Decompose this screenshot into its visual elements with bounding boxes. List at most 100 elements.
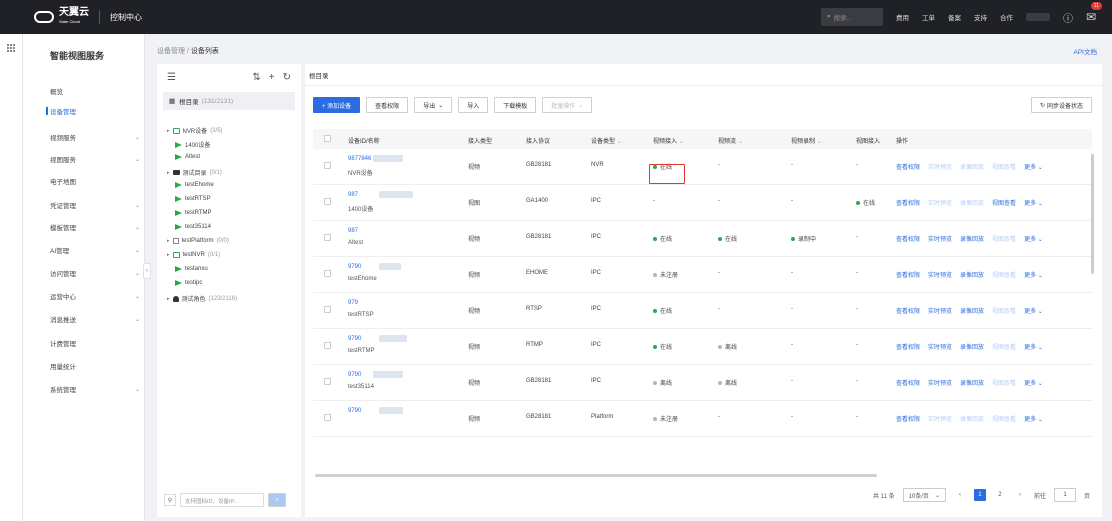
sidebar-item[interactable]: 消息推送 ⌄ <box>50 312 140 326</box>
table-row[interactable]: 9790 test35114 视频 GB28181 IPC 离线 离线 - - 查看权限 实时预览录… <box>313 365 1092 401</box>
device-id-link[interactable]: 9790 <box>348 372 361 378</box>
sidebar-item[interactable]: 模板管理 ⌄ <box>50 220 140 234</box>
action-more[interactable]: 更多 ⌄ <box>1024 162 1043 171</box>
action-view-perm[interactable]: 查看权限 <box>896 342 920 351</box>
table-row[interactable]: 9790 testEhome 视频 EHOME IPC 未注册 - - - 查看权限 实时预览 录像回… <box>313 257 1092 293</box>
global-search-input[interactable]: ⌕ 搜索... <box>820 8 883 26</box>
device-id-link[interactable]: 987 <box>348 192 358 198</box>
action-view-perm[interactable]: 查看权限 <box>896 234 920 243</box>
tree-node[interactable]: 1400设备 <box>175 140 210 149</box>
action-image[interactable]: 视图查看 <box>992 270 1016 279</box>
device-id-link[interactable]: 9790 <box>348 408 361 414</box>
sidebar-item[interactable]: 电子地图 <box>50 174 140 188</box>
expand-arrow-icon[interactable]: ▸ <box>167 128 170 134</box>
next-page-button[interactable]: › <box>1014 489 1026 501</box>
action-live[interactable]: 实时预览 <box>928 234 952 243</box>
row-checkbox[interactable] <box>324 342 331 349</box>
api-doc-link[interactable]: API文档 <box>1074 46 1097 56</box>
action-image[interactable]: 视图查看 <box>992 234 1016 243</box>
action-live[interactable]: 实时预览 <box>928 306 952 315</box>
row-checkbox[interactable] <box>324 414 331 421</box>
action-more[interactable]: 更多 ⌄ <box>1024 234 1043 243</box>
tree-node[interactable]: ▸ testPlatform (0/0) <box>167 238 229 244</box>
col-video-access[interactable]: 视频接入 ⌄ <box>653 136 684 145</box>
action-image[interactable]: 视图查看 <box>992 414 1016 423</box>
col-video-record[interactable]: 视频录制 ⌄ <box>791 136 822 145</box>
action-view-perm[interactable]: 查看权限 <box>896 198 920 207</box>
page-1[interactable]: 1 <box>973 489 986 501</box>
top-link-fees[interactable]: 费用 <box>896 12 909 22</box>
goto-page-input[interactable]: 1 <box>1053 488 1076 502</box>
tree-root-node[interactable]: ▦ 根目录 (131/2131) <box>163 92 295 110</box>
sidebar-item[interactable]: 用量统计 <box>50 359 140 373</box>
action-image[interactable]: 视图查看 <box>992 306 1016 315</box>
action-view-perm[interactable]: 查看权限 <box>896 270 920 279</box>
table-row[interactable]: 987 Altest 视频 GB28181 IPC 在线 在线 录制中 - 查看权限 实时预览 录像回… <box>313 221 1092 257</box>
device-id-link[interactable]: 987 <box>348 228 358 234</box>
action-image[interactable]: 视图查看 <box>992 342 1016 351</box>
action-playback[interactable]: 录像回放 <box>960 414 984 423</box>
collapse-sidebar-button[interactable]: ‹ <box>143 263 151 279</box>
expand-arrow-icon[interactable]: ▸ <box>167 252 170 258</box>
action-playback[interactable]: 录像回放 <box>960 270 984 279</box>
action-live[interactable]: 实时预览 <box>928 378 952 387</box>
breadcrumb-parent[interactable]: 设备管理 <box>157 48 185 55</box>
action-live[interactable]: 实时预览 <box>928 162 952 171</box>
notification-icon[interactable]: ✉ 11 <box>1086 2 1102 24</box>
action-view-perm[interactable]: 查看权限 <box>896 378 920 387</box>
device-id-link[interactable]: 9790 <box>348 336 361 342</box>
filter-icon[interactable]: ⚲ <box>164 494 176 506</box>
tree-node[interactable]: testanxu <box>175 266 208 272</box>
tree-node[interactable]: testipc <box>175 280 202 286</box>
user-icon[interactable] <box>1025 13 1050 21</box>
refresh-icon[interactable]: ↻ <box>283 72 291 83</box>
action-playback[interactable]: 录像回放 <box>960 162 984 171</box>
table-row[interactable]: 9877846 NVR设备 视频 GB28181 NVR 在线 - - - 查看权限 实时预览 录像回… <box>313 149 1092 185</box>
page-size-select[interactable]: 10条/页 ⌄ <box>902 488 946 502</box>
sidebar-item[interactable]: 视频服务 ⌄ <box>50 130 140 144</box>
action-live[interactable]: 实时预览 <box>928 270 952 279</box>
row-checkbox[interactable] <box>324 306 331 313</box>
tree-node[interactable]: test35114 <box>175 224 211 230</box>
tree-node[interactable]: testEhome <box>175 182 214 188</box>
tree-node[interactable]: ▸ NVR设备 (3/5) <box>167 126 223 135</box>
action-playback[interactable]: 录像回放 <box>960 378 984 387</box>
action-view-perm[interactable]: 查看权限 <box>896 414 920 423</box>
sidebar-item[interactable]: 计费管理 <box>50 336 140 350</box>
sidebar-item[interactable]: 视图服务 ⌄ <box>50 152 140 166</box>
download-template-button[interactable]: 下载模板 <box>494 97 537 113</box>
apps-grid-icon[interactable] <box>7 44 15 52</box>
sidebar-item[interactable]: 系统管理 ⌄ <box>50 382 140 396</box>
action-live[interactable]: 实时预览 <box>928 198 952 207</box>
action-more[interactable]: 更多 ⌄ <box>1024 378 1043 387</box>
action-more[interactable]: 更多 ⌄ <box>1024 198 1043 207</box>
view-permission-button[interactable]: 查看权限 <box>366 97 409 113</box>
row-checkbox[interactable] <box>324 162 331 169</box>
expand-arrow-icon[interactable]: ▸ <box>167 238 170 244</box>
tree-node[interactable]: ▸ 测试目录 (0/1) <box>167 168 222 178</box>
table-row[interactable]: 9790 视频 GB28181 Platform 未注册 - - - 查看权限 实时预览 录像回放视… <box>313 401 1092 437</box>
action-playback[interactable]: 录像回放 <box>960 342 984 351</box>
action-image[interactable]: 视图查看 <box>992 198 1016 207</box>
add-icon[interactable]: + <box>269 72 275 83</box>
action-more[interactable]: 更多 ⌄ <box>1024 414 1043 423</box>
table-row[interactable]: 979 testRTSP 视频 RTSP IPC 在线 - - - 查看权限 实时预览 录像回放 视图查… <box>313 293 1092 329</box>
tree-node[interactable]: testRTMP <box>175 210 212 216</box>
help-icon[interactable]: ⓘ <box>1063 10 1073 25</box>
expand-arrow-icon[interactable]: ▸ <box>167 296 170 302</box>
action-playback[interactable]: 录像回放 <box>960 198 984 207</box>
console-link[interactable]: 控制中心 <box>110 12 142 23</box>
action-playback[interactable]: 录像回放 <box>960 234 984 243</box>
top-link-filing[interactable]: 备案 <box>948 12 961 22</box>
top-link-partner[interactable]: 合作 <box>1000 12 1013 22</box>
page-2[interactable]: 2 <box>994 489 1006 501</box>
col-video-stream[interactable]: 视频流 ⌄ <box>718 136 743 145</box>
action-image[interactable]: 视图查看 <box>992 162 1016 171</box>
import-button[interactable]: 导入 <box>458 97 489 113</box>
action-live[interactable]: 实时预览 <box>928 414 952 423</box>
col-device-type[interactable]: 设备类型 ⌄ <box>591 136 622 145</box>
tree-node[interactable]: ▸ testNVR (0/1) <box>167 252 220 258</box>
add-device-button[interactable]: + 添加设备 <box>313 97 361 113</box>
sidebar-item[interactable]: 运营中心 ⌄ <box>50 289 140 303</box>
action-view-perm[interactable]: 查看权限 <box>896 306 920 315</box>
